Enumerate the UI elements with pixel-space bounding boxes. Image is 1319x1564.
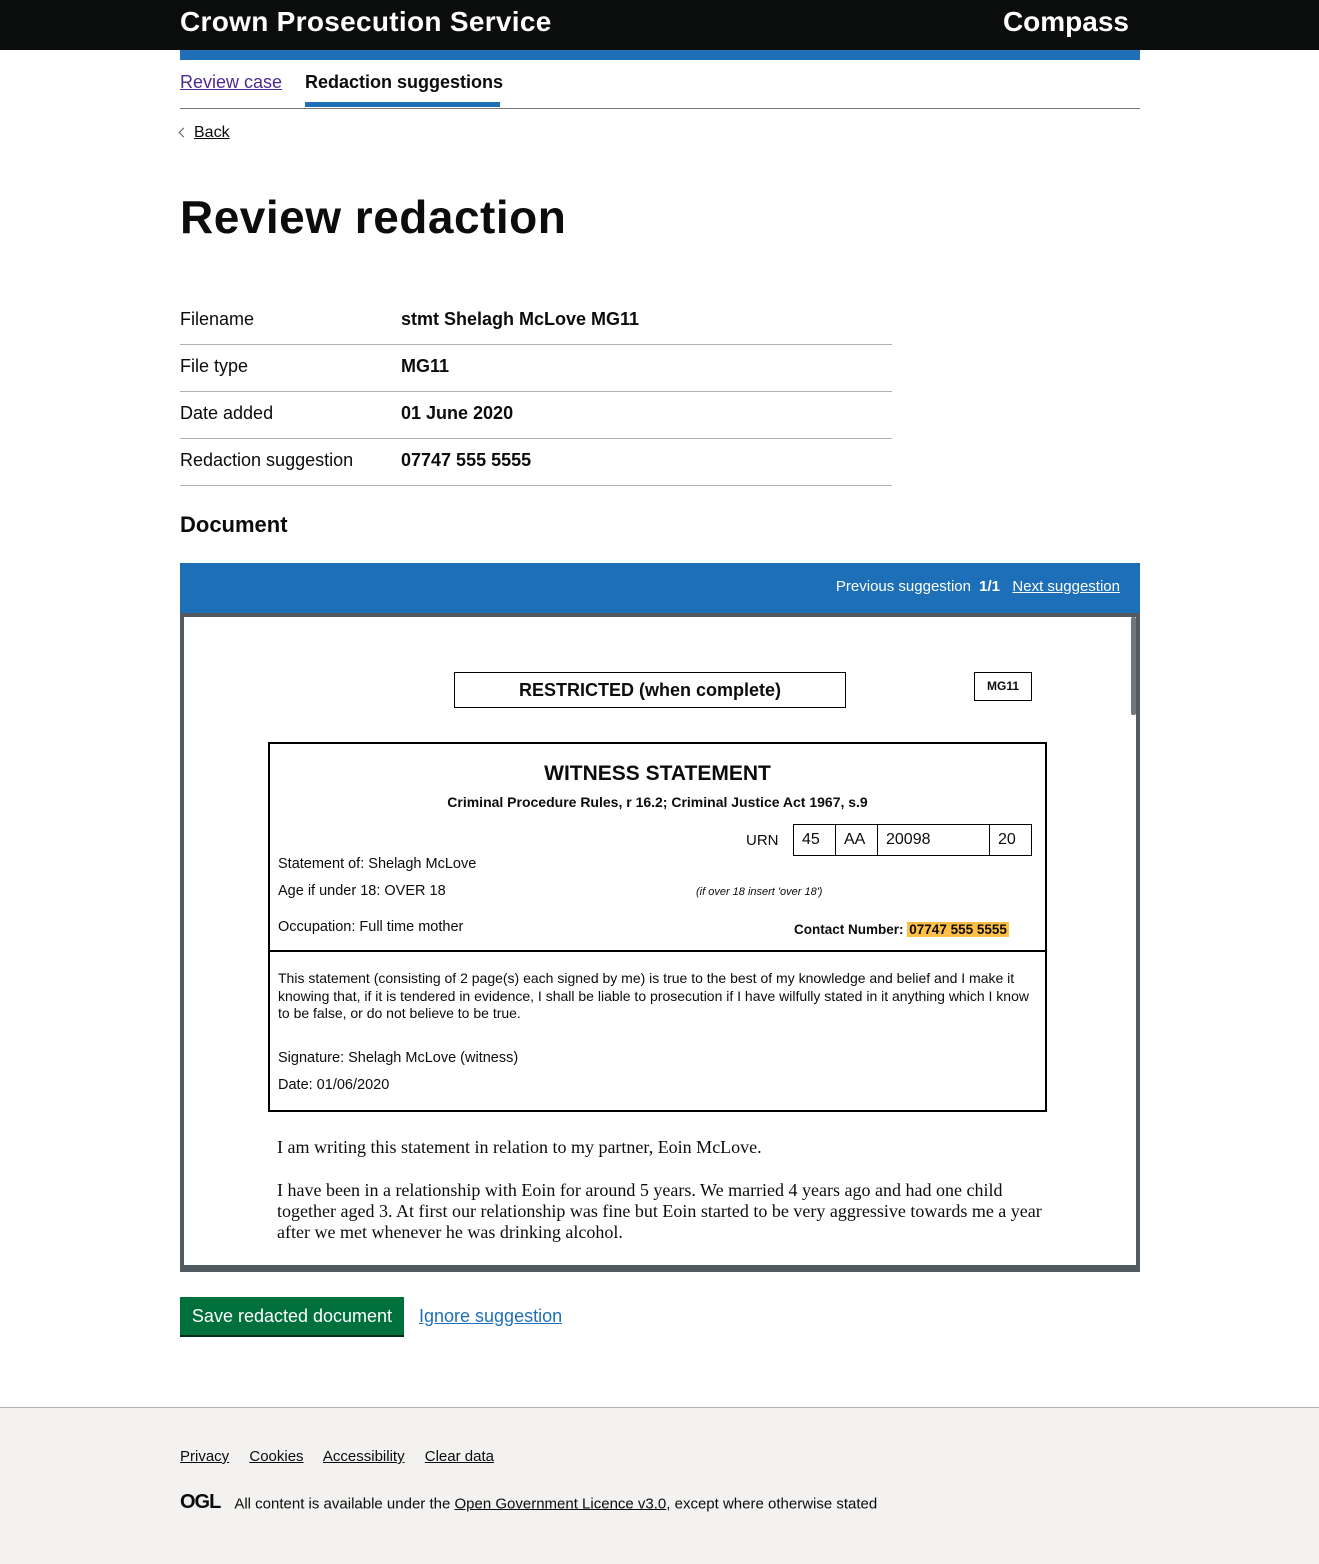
signature-line: Signature: Shelagh McLove (witness) [278,1050,519,1066]
footer-link-cookies[interactable]: Cookies [249,1448,303,1465]
back-link[interactable]: Back [178,124,230,142]
ignore-suggestion-link[interactable]: Ignore suggestion [419,1306,562,1327]
urn-cell: AA [836,825,878,855]
urn-cell: 45 [794,825,836,855]
active-tab-indicator [305,102,500,107]
summary-list: Filename stmt Shelagh McLove MG11 File t… [180,298,892,486]
declaration-text: This statement (consisting of 2 page(s) … [278,970,1029,1021]
statement-divider [270,950,1045,952]
redaction-highlight[interactable]: 07747 555 5555 [907,922,1009,937]
footer-link-accessibility[interactable]: Accessibility [323,1448,405,1465]
urn-cells: 45 AA 20098 20 [793,824,1032,856]
page-title: Review redaction [180,191,567,243]
viewer-scrollbar[interactable] [1131,617,1136,715]
footer-link-clear-data[interactable]: Clear data [425,1448,494,1465]
site-header: Crown Prosecution Service Compass [0,0,1319,50]
tab-review-case[interactable]: Review case [180,72,282,93]
summary-row-filename: Filename stmt Shelagh McLove MG11 [180,298,892,345]
licence-link[interactable]: Open Government Licence v3.0 [454,1495,666,1512]
occupation-line: Occupation: Full time mother [278,919,464,935]
product-name[interactable]: Compass [1003,6,1129,38]
summary-row-date-added: Date added 01 June 2020 [180,392,892,439]
summary-value: stmt Shelagh McLove MG11 [401,309,640,329]
footer-links: Privacy Cookies Accessibility Clear data [180,1448,510,1465]
urn-label: URN [746,832,779,849]
summary-value: 07747 555 5555 [401,450,532,470]
summary-row-redaction-suggestion: Redaction suggestion 07747 555 5555 [180,439,892,486]
statement-paragraph: I am writing this statement in relation … [277,1137,762,1157]
restricted-box: RESTRICTED (when complete) [454,672,846,708]
summary-value: MG11 [401,356,450,376]
urn-cell: 20098 [878,825,990,855]
statement-title: WITNESS STATEMENT [544,762,771,785]
urn-cell: 20 [998,831,1016,848]
back-label: Back [194,124,230,141]
contact-number: Contact Number: 07747 555 5555 [794,922,1009,937]
summary-key: File type [180,356,249,376]
previous-suggestion-button[interactable]: Previous suggestion [836,578,971,595]
licence-text: OGL All content is available under the Op… [180,1491,878,1516]
statement-paragraph: I have been in a relationship with Eoin … [277,1180,1042,1242]
chevron-left-icon [178,127,189,138]
licence-prefix: All content is available under the [234,1495,455,1513]
statement-subtitle: Criminal Procedure Rules, r 16.2; Crimin… [447,794,868,810]
date-line: Date: 01/06/2020 [278,1077,390,1093]
document-page: RESTRICTED (when complete) MG11 WITNESS … [184,617,1136,1265]
viewer-bottom-border [180,1265,1140,1272]
age-line: Age if under 18: OVER 18 [278,883,446,899]
summary-key: Redaction suggestion [180,450,354,470]
document-viewer-toolbar: Previous suggestion 1/1 Next suggestion [180,563,1140,613]
summary-value: 01 June 2020 [401,403,514,423]
next-suggestion-link[interactable]: Next suggestion [1012,578,1120,595]
sub-navigation: Review case Redaction suggestions [180,60,1140,109]
ogl-logo-icon: OGL [180,1491,221,1513]
footer-link-privacy[interactable]: Privacy [180,1448,229,1465]
summary-key: Date added [180,403,274,423]
header-accent-bar [180,50,1140,60]
statement-of: Statement of: Shelagh McLove [278,856,477,872]
document-viewer[interactable]: RESTRICTED (when complete) MG11 WITNESS … [180,613,1140,1265]
site-footer: Privacy Cookies Accessibility Clear data… [0,1407,1319,1564]
document-heading: Document [180,512,288,537]
summary-row-file-type: File type MG11 [180,345,892,392]
licence-suffix: , except where otherwise stated [666,1495,878,1513]
tab-redaction-suggestions[interactable]: Redaction suggestions [305,72,503,93]
service-name[interactable]: Crown Prosecution Service [180,6,552,38]
witness-statement-box: WITNESS STATEMENT Criminal Procedure Rul… [268,742,1047,1112]
save-redacted-document-button[interactable]: Save redacted document [180,1297,404,1335]
suggestion-counter: 1/1 [979,578,1000,595]
form-code-box: MG11 [974,672,1032,701]
contact-label: Contact Number: [794,922,904,937]
summary-key: Filename [180,309,255,329]
age-hint: (if over 18 insert 'over 18') [696,886,823,898]
